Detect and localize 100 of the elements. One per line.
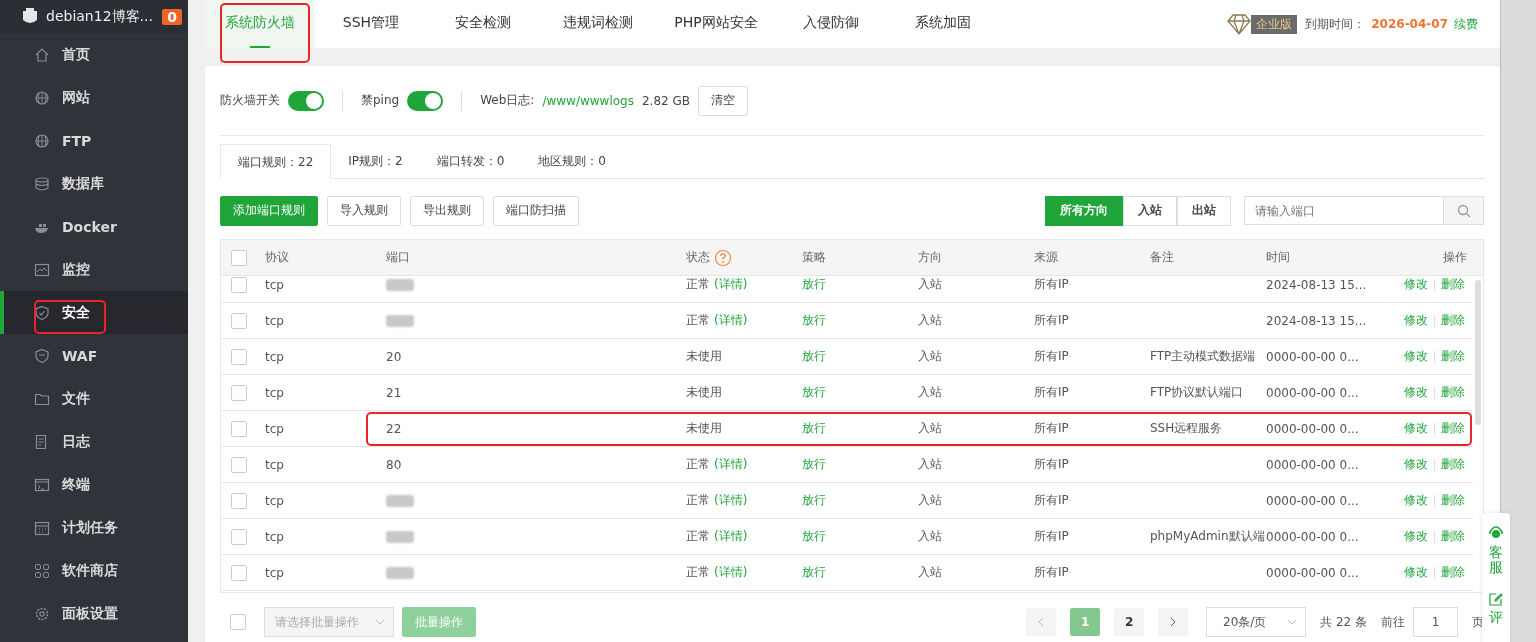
tab[interactable]: IP规则：2 (331, 144, 420, 178)
table-cell-text: tcp (265, 277, 285, 292)
sidebar-item[interactable]: 终端 (0, 463, 188, 506)
tab[interactable]: SSH管理 (315, 0, 427, 48)
edit-link[interactable]: 修改 (1404, 348, 1428, 365)
sidebar-item[interactable]: WAF (0, 334, 188, 377)
toggle-switch[interactable] (288, 90, 324, 111)
globe-icon (34, 132, 50, 149)
action-button[interactable]: 添加端口规则 (220, 195, 318, 226)
tab[interactable]: 地区规则：0 (521, 144, 623, 178)
sidebar-item[interactable]: 日志 (0, 420, 188, 463)
direction-button[interactable]: 入站 (1123, 195, 1177, 226)
edit-link[interactable]: 修改 (1404, 492, 1428, 509)
sidebar-item[interactable]: 网站 (0, 76, 188, 119)
tab[interactable]: 入侵防御 (775, 0, 887, 48)
checkbox[interactable] (231, 384, 247, 401)
delete-link[interactable]: 删除 (1441, 528, 1465, 545)
checkbox[interactable] (231, 564, 247, 581)
log-path-link[interactable]: /www/wwwlogs (542, 93, 634, 108)
tab[interactable]: 端口转发：0 (419, 144, 522, 178)
table-cell: 22 (386, 421, 402, 436)
details-link[interactable]: (详情) (714, 492, 748, 509)
checkbox[interactable] (231, 492, 247, 509)
action-button[interactable]: 导入规则 (327, 195, 401, 226)
batch-button[interactable]: 批量操作 (402, 607, 476, 637)
previous-page-button[interactable] (1026, 608, 1057, 636)
edit-link[interactable]: 修改 (1404, 420, 1428, 437)
batch-select[interactable]: 请选择批量操作 (264, 607, 394, 637)
table-cell-text: 0000-00-00 0... (1266, 421, 1360, 436)
tab[interactable]: 系统加固 (887, 0, 999, 48)
column-header: 协议 (265, 249, 290, 266)
tab[interactable]: PHP网站安全 (657, 0, 775, 48)
page-size-select[interactable]: 20条/页 (1206, 607, 1307, 637)
tab[interactable]: 违规词检测 (539, 0, 657, 48)
search-button[interactable] (1444, 196, 1484, 225)
sidebar-item[interactable]: 计划任务 (0, 506, 188, 549)
checkbox[interactable] (231, 456, 247, 473)
edit-link[interactable]: 修改 (1404, 564, 1428, 581)
tab[interactable]: 端口规则：22 (220, 144, 332, 179)
customer-service-button[interactable]: 客服 (1488, 525, 1504, 576)
sidebar-item[interactable]: 数据库 (0, 162, 188, 205)
delete-link[interactable]: 删除 (1441, 420, 1465, 437)
table-cell-text: 2024-08-13 15... (1266, 313, 1368, 328)
clear-button[interactable]: 清空 (698, 85, 748, 116)
delete-link[interactable]: 删除 (1441, 492, 1465, 509)
page-number-field[interactable]: 1 (1413, 607, 1458, 637)
delete-link[interactable]: 删除 (1441, 384, 1465, 401)
edit-link[interactable]: 修改 (1404, 528, 1428, 545)
sidebar-item[interactable]: Docker (0, 205, 188, 248)
checkbox[interactable] (231, 276, 247, 293)
edit-link[interactable]: 修改 (1404, 456, 1428, 473)
details-link[interactable]: (详情) (714, 276, 748, 293)
search-field[interactable]: 请输入端口 (1244, 196, 1444, 225)
notification-badge[interactable]: 0 (162, 8, 182, 25)
scrollbar[interactable] (1475, 280, 1481, 425)
details-link[interactable]: (详情) (714, 564, 748, 581)
checkbox[interactable] (230, 614, 246, 630)
renew-link[interactable]: 续费 (1454, 15, 1478, 33)
checkbox[interactable] (231, 312, 247, 329)
delete-link[interactable]: 删除 (1441, 348, 1465, 365)
tab[interactable]: 安全检测 (427, 0, 539, 48)
checkbox[interactable] (231, 249, 247, 266)
sidebar-item[interactable]: 文件 (0, 377, 188, 420)
sidebar-item[interactable]: 软件商店 (0, 549, 188, 592)
sidebar-item[interactable]: 首页 (0, 33, 188, 76)
tab[interactable]: 系统防火墙 (205, 0, 315, 48)
action-button[interactable]: 导出规则 (410, 195, 484, 226)
checkbox[interactable] (231, 348, 247, 365)
sidebar-item[interactable]: FTP (0, 119, 188, 162)
delete-link[interactable]: 删除 (1441, 312, 1465, 329)
edit-link[interactable]: 修改 (1404, 384, 1428, 401)
action-button[interactable]: 端口防扫描 (493, 195, 579, 226)
details-link[interactable]: (详情) (714, 456, 748, 473)
next-page-button[interactable] (1158, 608, 1189, 636)
review-button[interactable]: 评 (1489, 591, 1503, 626)
table-cell-text: tcp (265, 565, 285, 580)
details-link[interactable]: (详情) (714, 528, 748, 545)
edit-link[interactable]: 修改 (1404, 276, 1428, 293)
table-cell: FTP主动模式数据端 (1150, 348, 1256, 365)
sidebar-item[interactable]: 监控 (0, 248, 188, 291)
page-button[interactable]: 2 (1114, 608, 1145, 636)
toggle-switch[interactable] (407, 90, 444, 111)
checkbox[interactable] (231, 528, 247, 545)
sidebar-item[interactable]: 安全 (0, 291, 188, 334)
sidebar-item[interactable]: 面板设置 (0, 592, 188, 635)
delete-link[interactable]: 删除 (1441, 276, 1465, 293)
table-cell-text: 放行 (802, 564, 827, 581)
delete-link[interactable]: 删除 (1441, 564, 1465, 581)
page-button[interactable]: 1 (1070, 608, 1101, 636)
delete-link[interactable]: 删除 (1441, 456, 1465, 473)
table-cell-text: 入站 (918, 384, 943, 401)
direction-button[interactable]: 出站 (1177, 195, 1231, 226)
table-cell-text: tcp (265, 385, 285, 400)
edit-link[interactable]: 修改 (1404, 312, 1428, 329)
headset-icon (1488, 525, 1504, 541)
table-cell-text: tcp (265, 349, 285, 364)
checkbox[interactable] (231, 420, 247, 437)
table-cell: 21 (386, 385, 402, 400)
direction-button[interactable]: 所有方向 (1045, 195, 1123, 226)
details-link[interactable]: (详情) (714, 312, 748, 329)
